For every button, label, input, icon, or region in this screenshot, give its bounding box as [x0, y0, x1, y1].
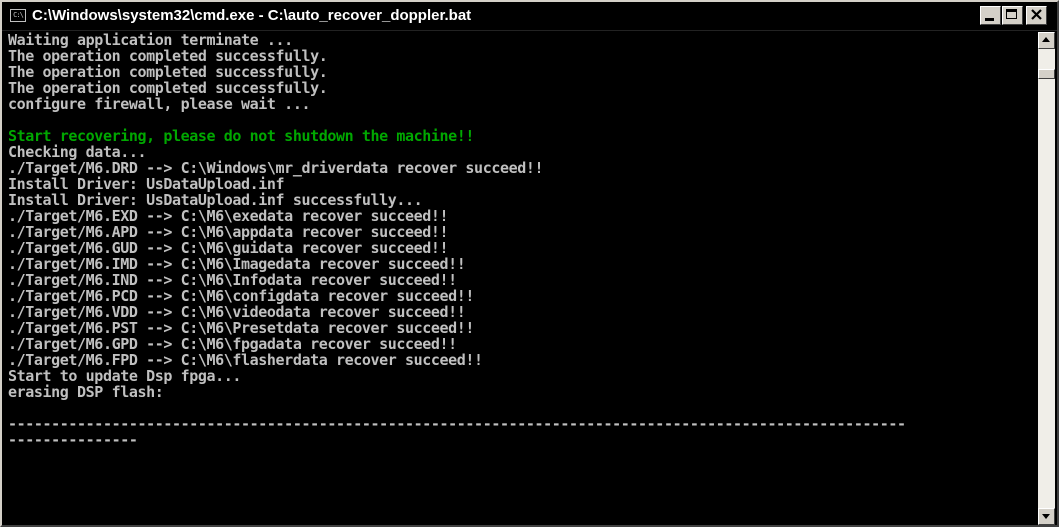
console-line: Start recovering, please do not shutdown…: [8, 127, 475, 145]
console-line: Install Driver: UsDataUpload.inf: [8, 175, 285, 193]
close-icon[interactable]: [1026, 6, 1047, 25]
console-line: erasing DSP flash:: [8, 383, 164, 401]
console-line: Start to update Dsp fpga...: [8, 367, 242, 385]
console-line: Install Driver: UsDataUpload.inf success…: [8, 191, 423, 209]
console-line: ----------------------------------------…: [8, 415, 906, 433]
console-line: ./Target/M6.GUD --> C:\M6\guidata recove…: [8, 239, 449, 257]
console-line: Waiting application terminate ...: [8, 32, 293, 49]
console-line: ./Target/M6.FPD --> C:\M6\flasherdata re…: [8, 351, 483, 369]
scroll-up-arrow-icon[interactable]: [1038, 32, 1055, 49]
maximize-icon[interactable]: [1002, 6, 1023, 25]
console-line: ./Target/M6.DRD --> C:\Windows\mr_driver…: [8, 159, 544, 177]
minimize-icon[interactable]: [980, 6, 1001, 25]
console-line: ./Target/M6.IND --> C:\M6\Infodata recov…: [8, 271, 457, 289]
scroll-down-arrow-icon[interactable]: [1038, 508, 1055, 525]
console-line: ./Target/M6.IMD --> C:\M6\Imagedata reco…: [8, 255, 466, 273]
console-line: The operation completed successfully.: [8, 47, 328, 65]
title-bar[interactable]: C:\ C:\Windows\system32\cmd.exe - C:\aut…: [2, 2, 1057, 31]
console-line: ./Target/M6.PCD --> C:\M6\configdata rec…: [8, 287, 475, 305]
window-title: C:\Windows\system32\cmd.exe - C:\auto_re…: [32, 7, 472, 24]
console-line: The operation completed successfully.: [8, 79, 328, 97]
cmd-icon[interactable]: C:\: [10, 9, 26, 22]
console-line: Checking data...: [8, 143, 147, 161]
scrollbar-thumb[interactable]: [1038, 69, 1055, 79]
console-line: ---------------: [8, 431, 138, 449]
console-line: ./Target/M6.PST --> C:\M6\Presetdata rec…: [8, 319, 475, 337]
console-output[interactable]: Waiting application terminate ... The ope…: [8, 32, 1034, 525]
console-line: configure firewall, please wait ...: [8, 95, 311, 113]
console-line: The operation completed successfully.: [8, 63, 328, 81]
console-line: ./Target/M6.VDD --> C:\M6\videodata reco…: [8, 303, 466, 321]
console-line: ./Target/M6.EXD --> C:\M6\exedata recove…: [8, 207, 449, 225]
console-line: ./Target/M6.APD --> C:\M6\appdata recove…: [8, 223, 449, 241]
vertical-scrollbar[interactable]: [1038, 32, 1055, 525]
console-line: ./Target/M6.GPD --> C:\M6\fpgadata recov…: [8, 335, 457, 353]
console-window[interactable]: C:\ C:\Windows\system32\cmd.exe - C:\aut…: [0, 0, 1059, 527]
scrollbar-track[interactable]: [1038, 49, 1055, 508]
